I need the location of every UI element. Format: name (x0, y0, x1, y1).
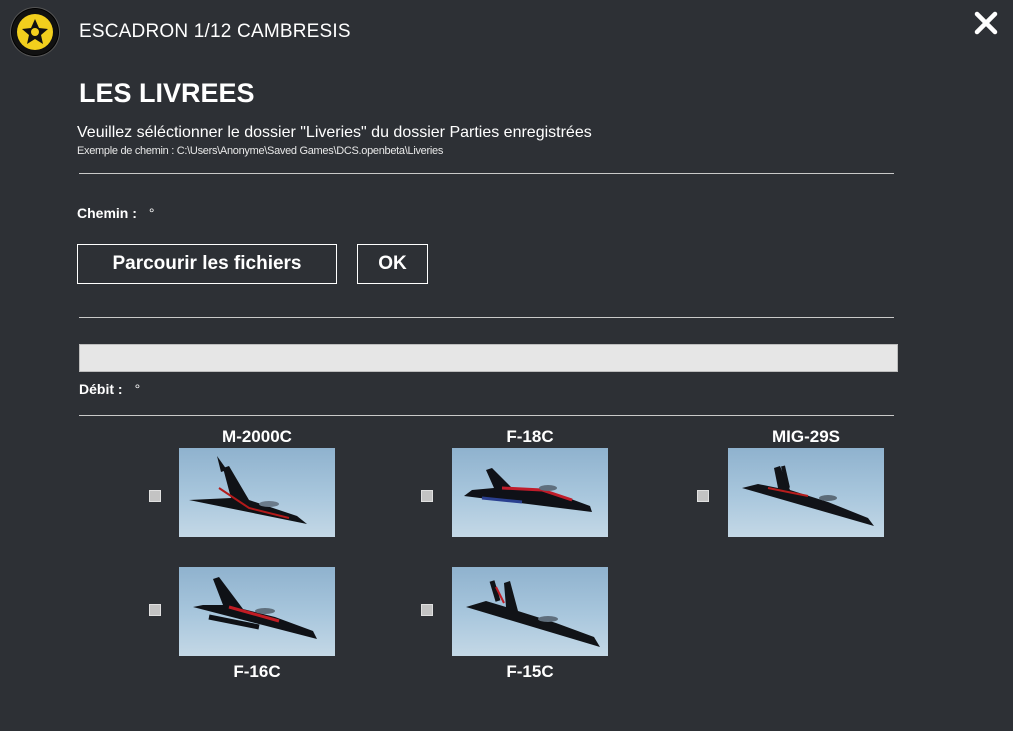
path-label: Chemin : (77, 205, 137, 221)
rate-label: Débit : (79, 381, 123, 397)
path-value: ° (148, 205, 155, 221)
checkbox-f18c[interactable] (421, 490, 433, 502)
instructions-text: Veuillez séléctionner le dossier "Liveri… (77, 124, 592, 141)
aircraft-label-f18c: F-18C (506, 427, 554, 446)
rate-value: ° (134, 381, 141, 397)
close-icon[interactable] (968, 5, 1004, 41)
aircraft-label-mig29s: MIG-29S (771, 427, 841, 446)
page-title: LES LIVREES (79, 78, 255, 108)
livery-thumbnail-f16c[interactable] (179, 567, 335, 656)
aircraft-label-f15c: F-15C (506, 662, 554, 681)
squadron-emblem-icon (11, 8, 59, 56)
livery-thumbnail-f18c[interactable] (452, 448, 608, 537)
checkbox-f16c[interactable] (149, 604, 161, 616)
divider (79, 173, 894, 174)
divider (79, 415, 894, 416)
checkbox-f15c[interactable] (421, 604, 433, 616)
ok-button[interactable]: OK (357, 244, 428, 284)
livery-thumbnail-f15c[interactable] (452, 567, 608, 656)
path-example-text: Exemple de chemin : C:\Users\Anonyme\Sav… (77, 145, 444, 157)
checkbox-mig29s[interactable] (697, 490, 709, 502)
livery-thumbnail-m2000c[interactable] (179, 448, 335, 537)
app-title: ESCADRON 1/12 CAMBRESIS (79, 21, 351, 42)
divider (79, 317, 894, 318)
livery-thumbnail-mig29s[interactable] (728, 448, 884, 537)
browse-files-button[interactable]: Parcourir les fichiers (77, 244, 337, 284)
aircraft-label-m2000c: M-2000C (222, 427, 292, 446)
download-progress-bar (79, 344, 898, 372)
rate-row: Débit : ° (79, 381, 140, 397)
path-row: Chemin : ° (77, 205, 155, 221)
aircraft-label-f16c: F-16C (233, 662, 281, 681)
checkbox-m2000c[interactable] (149, 490, 161, 502)
